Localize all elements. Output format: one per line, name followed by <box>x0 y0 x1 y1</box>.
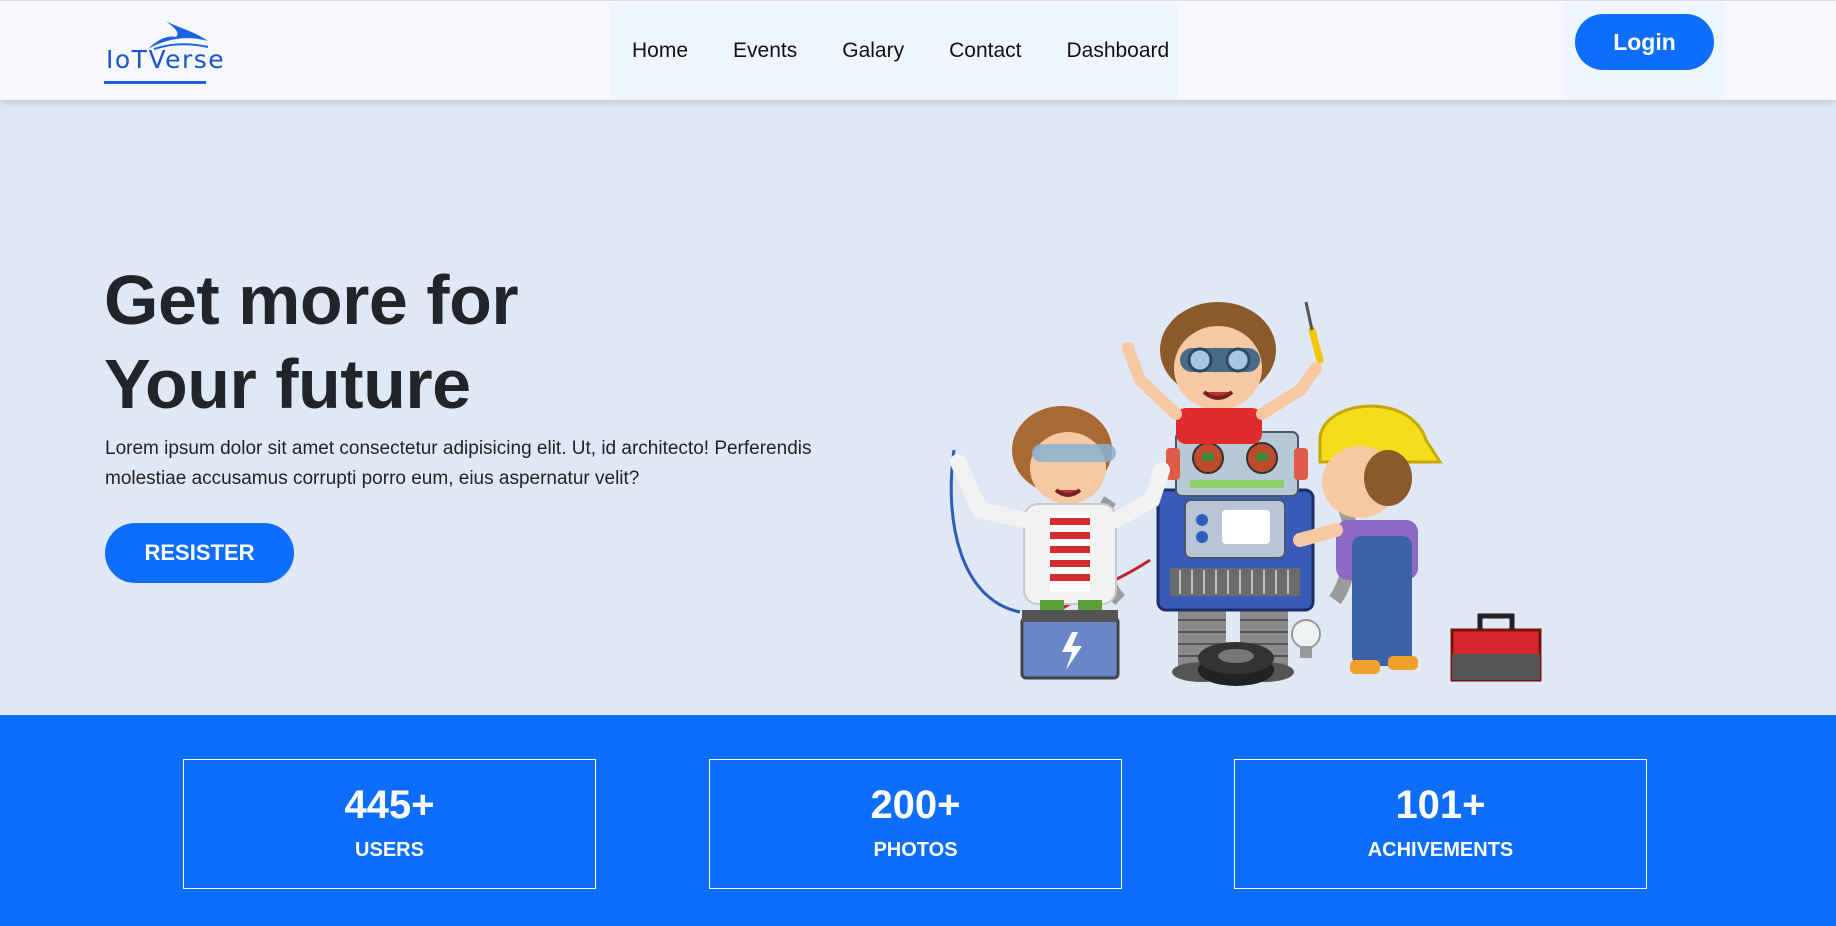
register-button[interactable]: RESISTER <box>105 523 294 583</box>
hero-title-line-2: Your future <box>104 345 471 423</box>
hero-description-line-2: molestiae accusamus corrupti porro eum, … <box>105 468 640 489</box>
stat-value: 101+ <box>1395 783 1486 827</box>
kids-robot-illustration <box>949 301 1542 686</box>
login-button[interactable]: Login <box>1575 14 1714 70</box>
nav-events-link[interactable]: Events <box>733 39 797 63</box>
stats-section: 445+ USERS 200+ PHOTOS 101+ ACHIVEMENTS <box>0 715 1836 926</box>
stat-value: 445+ <box>344 783 435 827</box>
stat-label: PHOTOS <box>873 839 958 861</box>
hero-description: Lorem ipsum dolor sit amet consectetur a… <box>105 434 865 494</box>
stat-card-photos: 200+ PHOTOS <box>709 759 1122 889</box>
hero-section: Get more for Your future Lorem ipsum dol… <box>0 100 1836 715</box>
hero-title-line-1: Get more for <box>104 261 519 339</box>
brand-logo[interactable]: IoTVerse <box>104 19 224 85</box>
brand-name: IoTVerse <box>106 45 226 74</box>
stat-card-achivements: 101+ ACHIVEMENTS <box>1234 759 1647 889</box>
nav-contact-link[interactable]: Contact <box>949 39 1021 63</box>
login-container: Login <box>1563 3 1725 99</box>
stat-value: 200+ <box>870 783 961 827</box>
hero-title: Get more for Your future <box>104 258 519 426</box>
nav-galary-link[interactable]: Galary <box>842 39 904 63</box>
brand-underline <box>104 81 206 84</box>
stat-label: USERS <box>355 839 424 861</box>
stat-label: ACHIVEMENTS <box>1367 839 1514 861</box>
main-nav: Home Events Galary Contact Dashboard <box>610 3 1178 99</box>
hero-description-line-1: Lorem ipsum dolor sit amet consectetur a… <box>105 438 812 459</box>
stat-card-users: 445+ USERS <box>183 759 596 889</box>
nav-dashboard-link[interactable]: Dashboard <box>1066 39 1169 63</box>
nav-home-link[interactable]: Home <box>632 39 688 63</box>
navbar: IoTVerse Home Events Galary Contact Dash… <box>0 0 1836 100</box>
